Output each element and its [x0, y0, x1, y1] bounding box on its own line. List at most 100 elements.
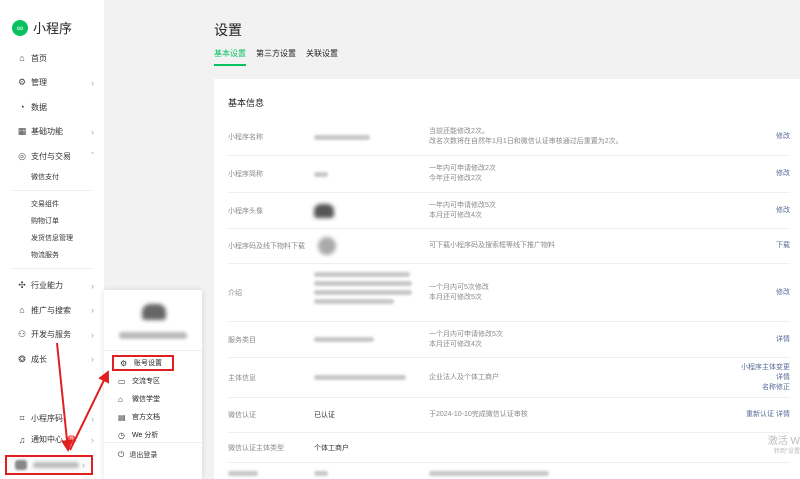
sidebar-sub-orders[interactable]: 购物订单 — [0, 213, 104, 230]
chevron-right-icon: › — [91, 280, 94, 291]
menu-account-settings[interactable]: ⚙ 账号设置 — [112, 355, 174, 371]
notification-count-badge: 6 — [67, 435, 77, 444]
row-qrcode: 小程序码及线下物料下载 可下载小程序码及搜索框等线下推广物料 下载 — [228, 229, 790, 264]
page-title: 设置 — [214, 22, 242, 38]
account-name-redacted — [33, 462, 79, 468]
windows-activation-watermark: 激活 W 转到"设置 — [767, 436, 800, 455]
sidebar-bottom: ⌗ 小程序码 › ♫ 通知中心 6 › — [0, 408, 104, 450]
menu-official-docs[interactable]: ▤ 官方文档 — [112, 408, 198, 426]
sidebar-item-home[interactable]: ⌂ 首页 — [0, 46, 104, 71]
chart-icon: ◔ — [19, 102, 25, 113]
document-icon: ▤ — [118, 412, 126, 422]
tab-basic-settings[interactable]: 基本设置 — [214, 48, 246, 66]
divider — [104, 350, 202, 351]
sidebar-item-data[interactable]: ◔ 数据 — [0, 95, 104, 120]
category-detail-link[interactable]: 详情 — [776, 335, 790, 345]
row-intro: 介绍 一个月内可5次修改 本月还可修改5次 修改 — [228, 264, 790, 322]
industry-icon: ✣ — [18, 280, 26, 291]
chevron-right-icon: › — [91, 305, 94, 316]
edit-name-link[interactable]: 修改 — [776, 132, 790, 142]
qrcode-icon: ⌗ — [19, 413, 25, 423]
menu-community[interactable]: ▭ 交流专区 — [112, 372, 198, 390]
sidebar-item-notifications[interactable]: ♫ 通知中心 6 › — [0, 429, 104, 450]
sidebar-item-payment[interactable]: ◎ 支付与交易 ˆ — [0, 144, 104, 169]
app-title: 小程序 — [33, 21, 73, 36]
account-avatar — [15, 460, 27, 470]
edit-avatar-link[interactable]: 修改 — [776, 206, 790, 216]
growth-icon: ❂ — [18, 353, 26, 364]
download-materials-link[interactable]: 下载 — [776, 241, 790, 251]
chevron-right-icon: › — [91, 329, 94, 340]
chevron-right-icon: › — [82, 460, 85, 470]
chevron-up-icon: ˆ — [91, 151, 94, 162]
bell-icon: ♫ — [18, 434, 26, 445]
row-certification-entity-type: 微信认证主体类型 个体工商户 — [228, 433, 790, 463]
account-name-redacted — [119, 332, 187, 339]
payment-icon: ◎ — [18, 150, 26, 161]
miniprogram-qrcode — [318, 237, 336, 255]
basic-info-card: 基本信息 小程序名称 当前还能修改2次。 改名次数将在自然年1月1日和微信认证审… — [214, 79, 800, 479]
entity-value-redacted — [314, 375, 406, 380]
chevron-right-icon: › — [91, 77, 94, 88]
graduation-cap-icon: ⌂ — [118, 394, 123, 404]
promotion-icon: ⌂ — [19, 305, 25, 316]
name-value-redacted — [314, 134, 370, 140]
sidebar-sub-trade-component[interactable]: 交易组件 — [0, 196, 104, 213]
chevron-right-icon: › — [91, 413, 94, 424]
account-menu-list: ⚙ 账号设置 ▭ 交流专区 ⌂ 微信学堂 ▤ 官方文档 ◷ We 分析 — [112, 354, 198, 444]
development-icon: ⚇ — [17, 329, 27, 340]
sidebar-sub-shipping[interactable]: 发货信息管理 — [0, 230, 104, 247]
tab-third-party-settings[interactable]: 第三方设置 — [256, 48, 296, 66]
account-menu-trigger[interactable]: › — [5, 455, 93, 475]
row-wechat-certification: 微信认证 已认证 于2024-10-10完成微信认证审核 重新认证 详情 — [228, 398, 790, 433]
gear-icon: ⚙ — [120, 358, 128, 368]
chevron-right-icon: › — [91, 354, 94, 365]
edit-intro-link[interactable]: 修改 — [776, 288, 790, 298]
sidebar-item-industry[interactable]: ✣ 行业能力 › — [0, 274, 104, 299]
sidebar-sub-logistics[interactable]: 物流服务 — [0, 247, 104, 264]
sidebar-item-growth[interactable]: ❂ 成长 › — [0, 347, 104, 372]
entity-type-value: 个体工商户 — [314, 444, 349, 452]
menu-wechat-academy[interactable]: ⌂ 微信学堂 — [112, 390, 198, 408]
row-entity-info: 主体信息 企业法人及个体工商户 小程序主体变更 详情 名称修正 — [228, 358, 790, 398]
sidebar-item-qrcode[interactable]: ⌗ 小程序码 › — [0, 408, 104, 429]
chat-icon: ▭ — [118, 376, 126, 386]
row-name: 小程序名称 当前还能修改2次。 改名次数将在自然年1月1日和微信认证审核通过后重… — [228, 119, 790, 156]
recertify-link[interactable]: 重新认证 详情 — [746, 410, 790, 420]
entity-detail-link[interactable]: 详情 — [741, 373, 790, 383]
sidebar-sub-wechat-pay[interactable]: 微信支付 — [0, 169, 104, 186]
row-short-name: 小程序简称 一年内可申请修改2次 今年还可修改2次 修改 — [228, 156, 790, 193]
edit-short-name-link[interactable]: 修改 — [776, 169, 790, 179]
correct-name-link[interactable]: 名称修正 — [741, 383, 790, 393]
intro-value-redacted — [314, 272, 412, 304]
sidebar: ∞ 小程序 ⌂ 首页 ⚙ 管理 › ◔ 数据 ▦ 基础功能 › ◎ 支付与交易 … — [0, 0, 104, 479]
sidebar-item-promotion[interactable]: ⌂ 推广与搜索 › — [0, 298, 104, 323]
sidebar-nav: ⌂ 首页 ⚙ 管理 › ◔ 数据 ▦ 基础功能 › ◎ 支付与交易 ˆ 微信支付… — [0, 46, 104, 372]
sidebar-item-basic-features[interactable]: ▦ 基础功能 › — [0, 120, 104, 145]
sidebar-item-development[interactable]: ⚇ 开发与服务 › — [0, 323, 104, 348]
certification-status: 已认证 — [314, 412, 335, 419]
settings-tabs: 基本设置 第三方设置 关联设置 — [214, 48, 338, 66]
app-logo[interactable]: ∞ 小程序 — [12, 18, 72, 37]
account-avatar-large — [142, 304, 166, 320]
row-next-partial — [228, 471, 790, 479]
change-entity-link[interactable]: 小程序主体变更 — [741, 363, 790, 373]
miniprogram-logo-icon: ∞ — [12, 19, 28, 36]
home-icon: ⌂ — [19, 53, 25, 64]
chevron-right-icon: › — [91, 434, 94, 445]
category-value-redacted — [314, 337, 374, 342]
chevron-right-icon: › — [91, 126, 94, 137]
sidebar-item-manage[interactable]: ⚙ 管理 › — [0, 71, 104, 96]
row-avatar: 小程序头像 一年内可申请修改5次 本月还可修改4次 修改 — [228, 193, 790, 229]
card-title: 基本信息 — [228, 98, 265, 108]
miniprogram-avatar — [314, 204, 334, 218]
grid-icon: ▦ — [17, 126, 27, 137]
account-popup-menu: ⚙ 账号设置 ▭ 交流专区 ⌂ 微信学堂 ▤ 官方文档 ◷ We 分析 ⏻ 退出… — [104, 290, 202, 479]
divider — [104, 442, 202, 443]
main-content: 设置 基本设置 第三方设置 关联设置 基本信息 小程序名称 当前还能修改2次。 … — [200, 0, 800, 479]
logout-button[interactable]: ⏻ 退出登录 — [118, 450, 157, 460]
gear-icon: ⚙ — [17, 77, 27, 88]
power-icon: ⏻ — [118, 450, 125, 459]
short-name-value-redacted — [314, 171, 328, 177]
tab-association-settings[interactable]: 关联设置 — [306, 48, 338, 66]
